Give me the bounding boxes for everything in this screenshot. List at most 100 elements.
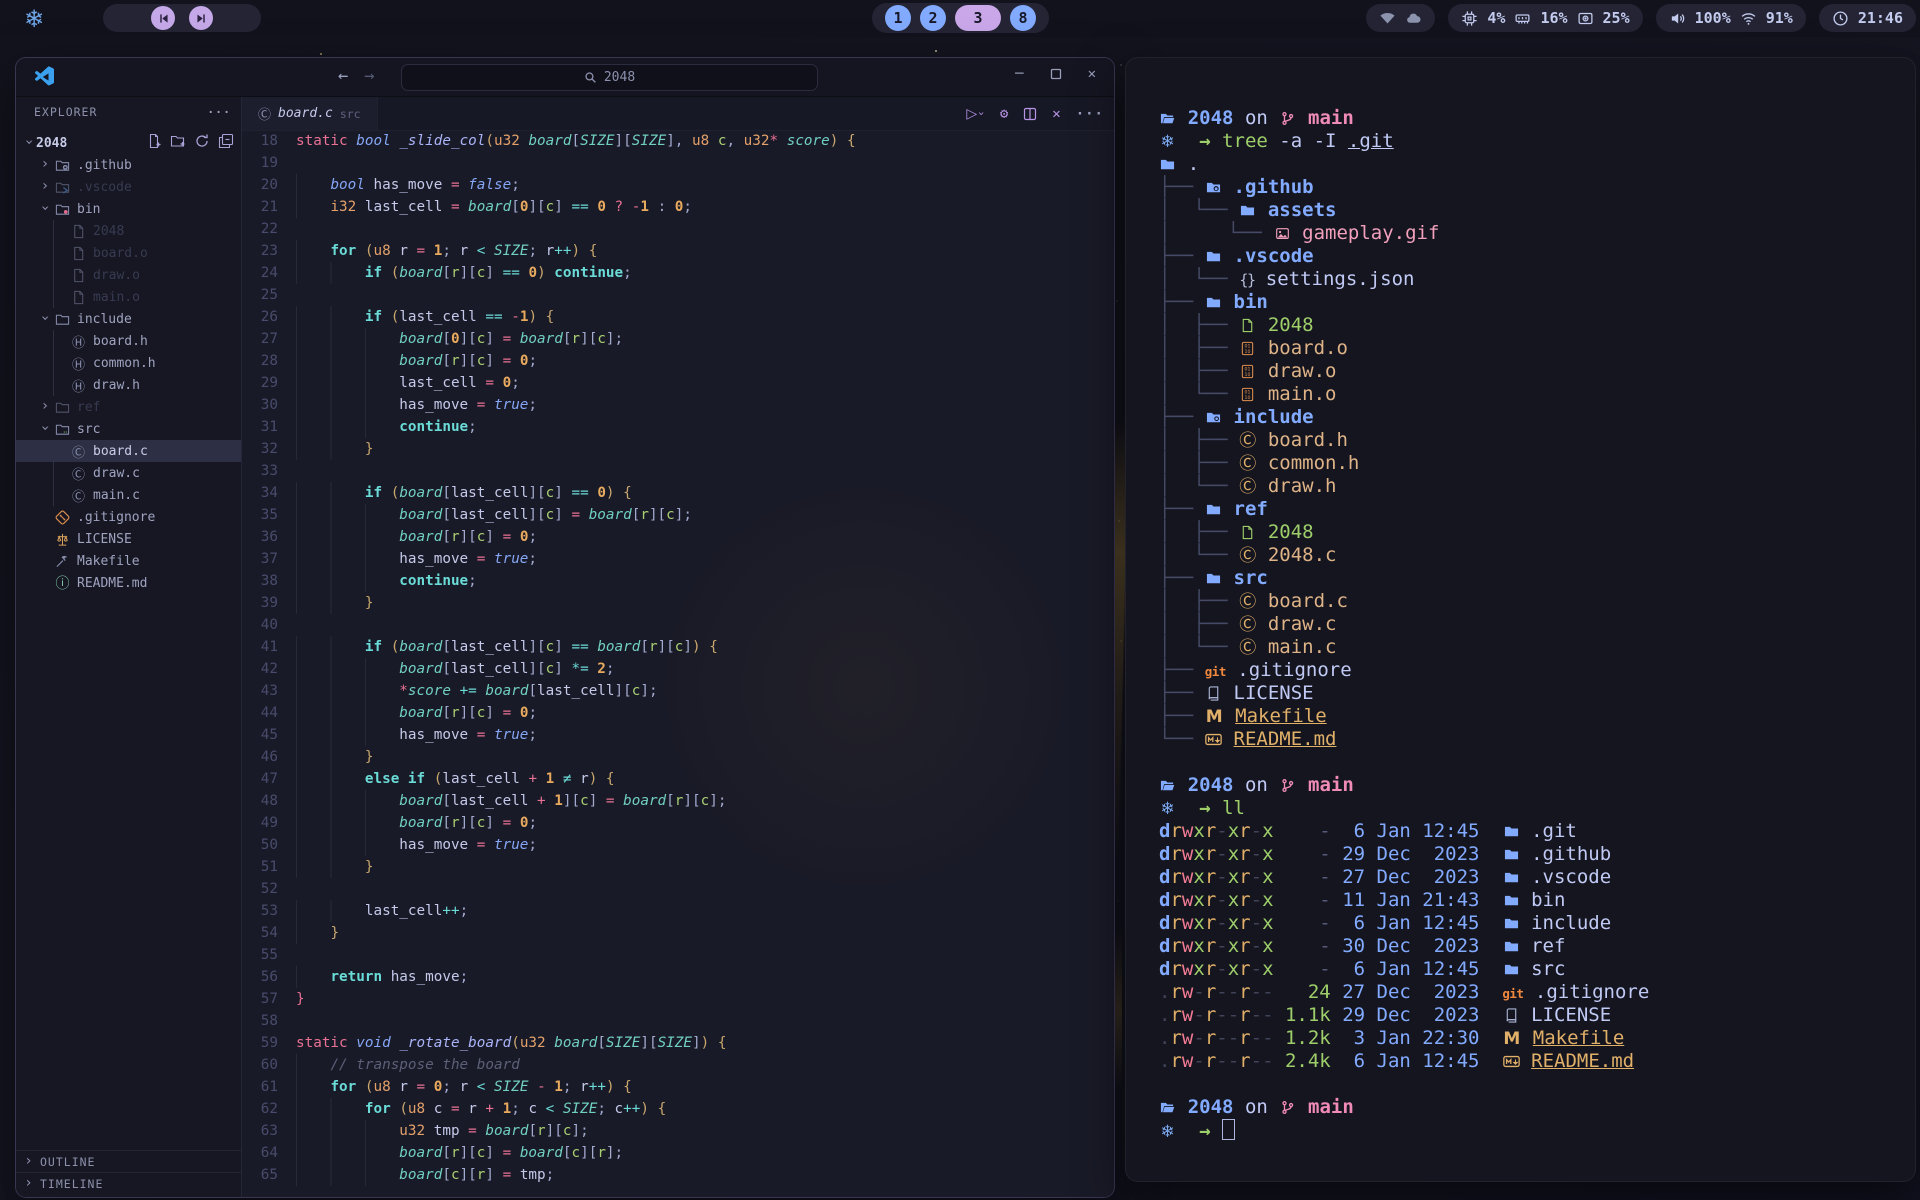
code-editor[interactable]: 18static bool _slide_col(u32 board[SIZE]… — [242, 130, 1114, 1197]
close-icon[interactable]: ✕ — [1088, 66, 1096, 82]
explorer-item-main.c[interactable]: ›Ⓒmain.c — [16, 484, 241, 506]
svg-text:10: 10 — [1245, 349, 1251, 355]
audio-network[interactable]: 100% 91% — [1656, 4, 1806, 32]
timeline-section[interactable]: ›TIMELINE — [16, 1172, 241, 1195]
h-icon: Ⓗ — [70, 333, 87, 349]
refresh-explorer-icon[interactable] — [194, 133, 211, 150]
minimize-icon[interactable]: ─ — [1015, 66, 1023, 82]
explorer-item-README.md[interactable]: ›ⓘREADME.md — [16, 572, 241, 594]
explorer-item-include[interactable]: ›include — [16, 308, 241, 330]
outline-label: OUTLINE — [40, 1155, 95, 1169]
code-line-64: 64 board[r][c] = board[c][r]; — [242, 1142, 1114, 1164]
code-line-63: 63 u32 tmp = board[r][c]; — [242, 1120, 1114, 1142]
close-editor-icon[interactable]: ✕ — [1052, 106, 1060, 122]
explorer-item-.gitignore[interactable]: ›.gitignore — [16, 506, 241, 528]
chevron-open-icon: › — [21, 135, 37, 149]
code-line-54: 54 } — [242, 922, 1114, 944]
clock-time: 21:46 — [1858, 9, 1903, 27]
code-line-28: 28 board[r][c] = 0; — [242, 350, 1114, 372]
explorer-sidebar: EXPLORER ··· ›2048›.github›.vscode›bin›2… — [16, 97, 242, 1197]
chevron-open-icon: › — [37, 311, 53, 325]
file-icon — [70, 267, 87, 283]
explorer-item-label: .github — [77, 158, 132, 173]
code-line-23: 23 for (u8 r = 1; r < SIZE; r++) { — [242, 240, 1114, 262]
explorer-item-Makefile[interactable]: ›Makefile — [16, 550, 241, 572]
h-icon: Ⓗ — [70, 377, 87, 393]
system-stats[interactable]: 4% 16% 25% — [1448, 4, 1642, 32]
nav-forward-icon[interactable]: → — [364, 66, 374, 86]
explorer-item-board.o[interactable]: ›board.o — [16, 242, 241, 264]
explorer-item-common.h[interactable]: ›Ⓗcommon.h — [16, 352, 241, 374]
explorer-item-.github[interactable]: ›.github — [16, 154, 241, 176]
code-line-57: 57} — [242, 988, 1114, 1010]
new-file-icon[interactable] — [146, 133, 163, 150]
nav-back-icon[interactable]: ← — [338, 66, 348, 86]
nixos-logo-icon[interactable]: ❄ — [12, 5, 56, 33]
new-folder-icon[interactable] — [170, 133, 187, 150]
command-center-search[interactable]: 2048 — [401, 64, 818, 91]
split-editor-icon[interactable] — [1023, 107, 1037, 121]
workspace-8[interactable]: 8 — [1010, 5, 1036, 31]
explorer-item-draw.o[interactable]: ›draw.o — [16, 264, 241, 286]
terminal-line-8: ├── bin — [1159, 291, 1915, 314]
folder-icon — [1502, 867, 1519, 890]
workspace-1[interactable]: 1 — [885, 5, 911, 31]
explorer-tree: ›2048›.github›.vscode›bin›2048›board.o›d… — [16, 132, 241, 594]
terminal-line-12: │ └── 0110 main.o — [1159, 383, 1915, 406]
image-icon — [1273, 223, 1290, 246]
tab-label: board.c — [278, 106, 333, 121]
license-icon — [54, 531, 71, 547]
tab-board.c[interactable]: Ⓒ board.c src — [242, 97, 378, 130]
code-line-37: 37 has_move = true; — [242, 548, 1114, 570]
explorer-item-label: .vscode — [77, 180, 132, 195]
gear-icon[interactable]: ⚙ — [1000, 106, 1008, 122]
terminal-line-35: drwxr-xr-x - 6 Jan 12:45 include — [1159, 912, 1915, 935]
folder-icon — [1502, 821, 1519, 844]
terminal-line-20: ├── src — [1159, 567, 1915, 590]
md-icon — [1205, 729, 1222, 752]
terminal-window[interactable]: 2048 on main❄ → tree -a -I .git .├── .gi… — [1125, 57, 1916, 1182]
explorer-item-label: main.o — [93, 290, 140, 305]
explorer-item-draw.h[interactable]: ›Ⓗdraw.h — [16, 374, 241, 396]
explorer-item-board.h[interactable]: ›Ⓗboard.h — [16, 330, 241, 352]
terminal-line-9: │ ├── 2048 — [1159, 314, 1915, 337]
explorer-item-main.o[interactable]: ›main.o — [16, 286, 241, 308]
snow-icon: ❄ — [1159, 131, 1176, 154]
explorer-item-2048[interactable]: ›2048 — [16, 220, 241, 242]
terminal-line-19: │ └── Ⓒ 2048.c — [1159, 544, 1915, 567]
folder-src-icon: ‹› — [54, 421, 71, 437]
c-icon: Ⓒ — [1239, 476, 1256, 499]
explorer-item-label: draw.c — [93, 466, 140, 481]
clock-widget[interactable]: 21:46 — [1819, 4, 1916, 32]
svg-text:10: 10 — [1245, 395, 1251, 401]
maximize-icon[interactable] — [1050, 68, 1062, 80]
terminal-line-26: ├── M Makefile — [1159, 705, 1915, 728]
explorer-item-src[interactable]: ›‹›src — [16, 418, 241, 440]
explorer-more-icon[interactable]: ··· — [207, 105, 231, 119]
outline-section[interactable]: ›OUTLINE — [16, 1150, 241, 1173]
workspace-3[interactable]: 3 — [955, 5, 1001, 31]
media-next-button[interactable] — [189, 6, 213, 30]
c-icon: Ⓒ — [70, 487, 87, 503]
terminal-line-10: │ ├── 0110 board.o — [1159, 337, 1915, 360]
code-line-51: 51 } — [242, 856, 1114, 878]
explorer-item-label: Makefile — [77, 554, 140, 569]
explorer-item-.vscode[interactable]: ›.vscode — [16, 176, 241, 198]
collapse-all-icon[interactable] — [218, 133, 235, 150]
weather-widget[interactable] — [1366, 4, 1435, 32]
cpu-icon — [1461, 10, 1478, 27]
editor-more-icon[interactable]: ··· — [1076, 106, 1104, 122]
explorer-item-bin[interactable]: ›bin — [16, 198, 241, 220]
workspace-2[interactable]: 2 — [920, 5, 946, 31]
branch-icon — [1279, 775, 1296, 798]
media-prev-button[interactable] — [151, 6, 175, 30]
memory-usage: 16% — [1540, 9, 1567, 27]
explorer-item-board.c[interactable]: ›Ⓒboard.c — [16, 440, 241, 462]
code-line-29: 29 last_cell = 0; — [242, 372, 1114, 394]
explorer-item-ref[interactable]: ›ref — [16, 396, 241, 418]
explorer-item-label: common.h — [93, 356, 156, 371]
run-button[interactable]: ▷› — [966, 106, 984, 122]
explorer-item-draw.c[interactable]: ›Ⓒdraw.c — [16, 462, 241, 484]
snow-icon: ❄ — [1159, 798, 1176, 821]
explorer-item-LICENSE[interactable]: ›LICENSE — [16, 528, 241, 550]
